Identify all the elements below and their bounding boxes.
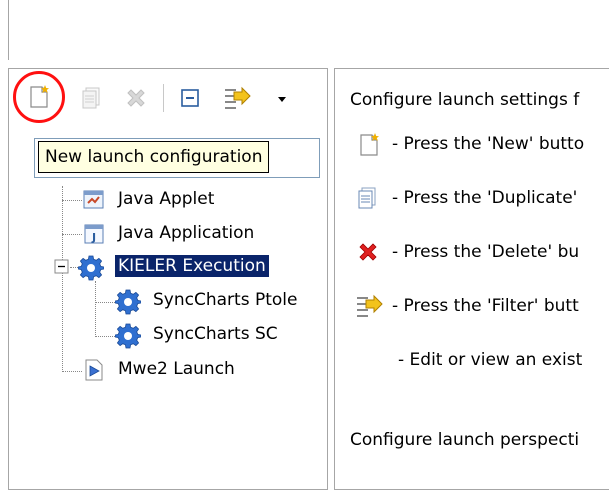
tree-connector [62, 200, 82, 201]
new-button-highlight-circle [13, 71, 65, 123]
collapse-toggle-icon[interactable] [54, 259, 70, 275]
configure-launch-perspective-text: Configure launch perspecti [350, 430, 580, 450]
new-config-icon [360, 133, 379, 156]
duplicate-config-icon[interactable] [80, 86, 104, 110]
tree-item-label: Java Application [118, 223, 255, 243]
delete-config-icon [359, 243, 377, 261]
tree-connector [62, 186, 63, 372]
tree-connector [62, 371, 82, 372]
tree-item-java-applet[interactable]: Java Applet [82, 188, 312, 214]
tree-connector [62, 234, 82, 235]
java-applet-icon [83, 190, 104, 209]
tree-connector [95, 281, 96, 337]
tree-item-mwe2-launch[interactable]: Mwe2 Launch [82, 358, 312, 384]
new-button-hint: - Press the 'New' butto [392, 134, 585, 154]
tree-item-label: Mwe2 Launch [118, 359, 235, 379]
delete-button-hint: - Press the 'Delete' bu [392, 242, 580, 262]
tree-item-java-application[interactable]: J Java Application [82, 222, 312, 248]
gear-icon [78, 255, 104, 281]
tree-item-label: Java Applet [118, 189, 215, 209]
new-launch-configuration-tooltip: New launch configuration [38, 141, 270, 173]
filter-config-icon [357, 294, 383, 317]
edit-existing-hint: - Edit or view an exist [398, 350, 583, 370]
tree-connector [95, 336, 115, 337]
tree-item-synccharts-ptole[interactable]: SyncCharts Ptole [115, 288, 315, 316]
svg-text:J: J [91, 231, 96, 244]
filter-config-icon[interactable] [222, 84, 252, 112]
configure-launch-settings-text: Configure launch settings f [350, 90, 580, 110]
duplicate-button-hint: - Press the 'Duplicate' [392, 188, 578, 208]
collapse-all-icon[interactable] [178, 86, 202, 110]
delete-config-icon[interactable] [124, 86, 148, 110]
filter-dropdown-chevron-icon[interactable] [276, 94, 288, 104]
duplicate-config-icon [358, 187, 376, 209]
mwe2-launch-icon [85, 359, 103, 381]
tree-connector [95, 302, 115, 303]
window-left-edge [8, 0, 9, 60]
tree-item-label: SyncCharts Ptole [153, 290, 298, 310]
java-application-icon: J [84, 224, 104, 244]
tree-item-label: KIELER Execution [114, 254, 270, 278]
tree-item-label: SyncCharts SC [153, 324, 278, 344]
tree-item-kieler-execution[interactable]: KIELER Execution [78, 254, 308, 282]
filter-button-hint: - Press the 'Filter' butt [392, 296, 579, 316]
gear-icon [115, 323, 141, 349]
toolbar-separator [163, 84, 164, 112]
gear-icon [115, 289, 141, 315]
tree-item-synccharts-sc[interactable]: SyncCharts SC [115, 322, 315, 350]
